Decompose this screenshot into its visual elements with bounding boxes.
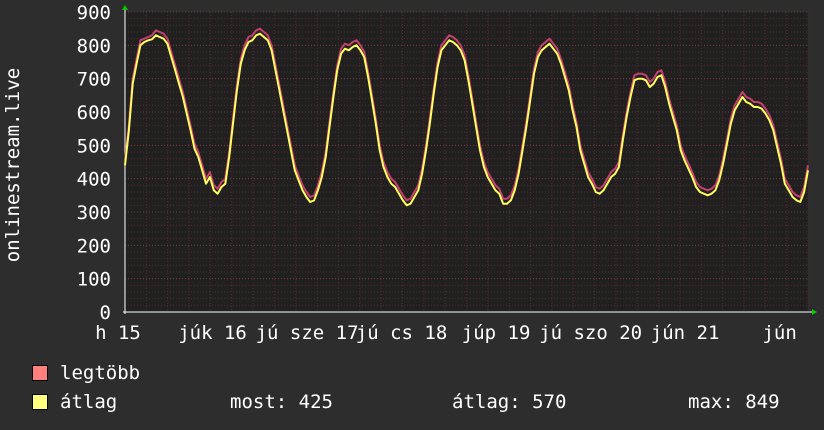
y-tick-label: 800 bbox=[77, 35, 111, 57]
stat-most-label: most: bbox=[230, 391, 288, 413]
y-axis-label: onlinestream.live bbox=[2, 67, 24, 263]
legend-item-legtobb: legtöbb bbox=[32, 362, 140, 384]
legend-swatch-atlag bbox=[32, 394, 48, 410]
y-tick-label: 300 bbox=[77, 202, 111, 224]
stat-most: most: 425 bbox=[230, 391, 333, 413]
legend-item-atlag: átlag bbox=[32, 391, 117, 413]
chart-frame: 0 100 200 300 400 500 600 700 800 900 h 15 júk 16 jú… bbox=[0, 0, 824, 430]
stat-atlag: átlag: 570 bbox=[452, 391, 566, 413]
y-tick-label: 900 bbox=[77, 2, 111, 24]
x-tick-label: júp 19 bbox=[462, 322, 531, 344]
x-tick-label: júk 16 bbox=[178, 322, 247, 344]
y-tick-label: 600 bbox=[77, 102, 111, 124]
stat-max: max: 849 bbox=[688, 391, 780, 413]
legend-label-atlag: átlag bbox=[60, 391, 118, 413]
x-tick-label: jú sze 17 bbox=[256, 322, 359, 344]
stat-max-value: 849 bbox=[745, 391, 780, 413]
y-axis-arrow bbox=[122, 5, 128, 10]
x-tick-label: jún bbox=[762, 322, 796, 344]
stat-atlag-label: átlag: bbox=[452, 391, 521, 413]
x-tick-label: h 15 bbox=[95, 322, 141, 344]
y-axis-label-wrap: onlinestream.live bbox=[0, 50, 26, 280]
stat-most-value: 425 bbox=[298, 391, 333, 413]
x-tick-label: jún 21 bbox=[651, 322, 720, 344]
y-tick-label: 200 bbox=[77, 235, 111, 257]
x-tick-label: jú szo 20 bbox=[539, 322, 642, 344]
legend-swatch-legtobb bbox=[32, 365, 48, 381]
y-tick-label: 0 bbox=[100, 302, 111, 324]
stat-atlag-value: 570 bbox=[532, 391, 567, 413]
x-tick-label: jú cs 18 bbox=[356, 322, 448, 344]
y-tick-label: 400 bbox=[77, 169, 111, 191]
x-axis-arrow bbox=[812, 309, 817, 315]
y-tick-label: 700 bbox=[77, 69, 111, 91]
y-tick-label: 500 bbox=[77, 135, 111, 157]
stat-max-label: max: bbox=[688, 391, 734, 413]
legend-label-legtobb: legtöbb bbox=[60, 362, 141, 384]
y-tick-label: 100 bbox=[77, 269, 111, 291]
